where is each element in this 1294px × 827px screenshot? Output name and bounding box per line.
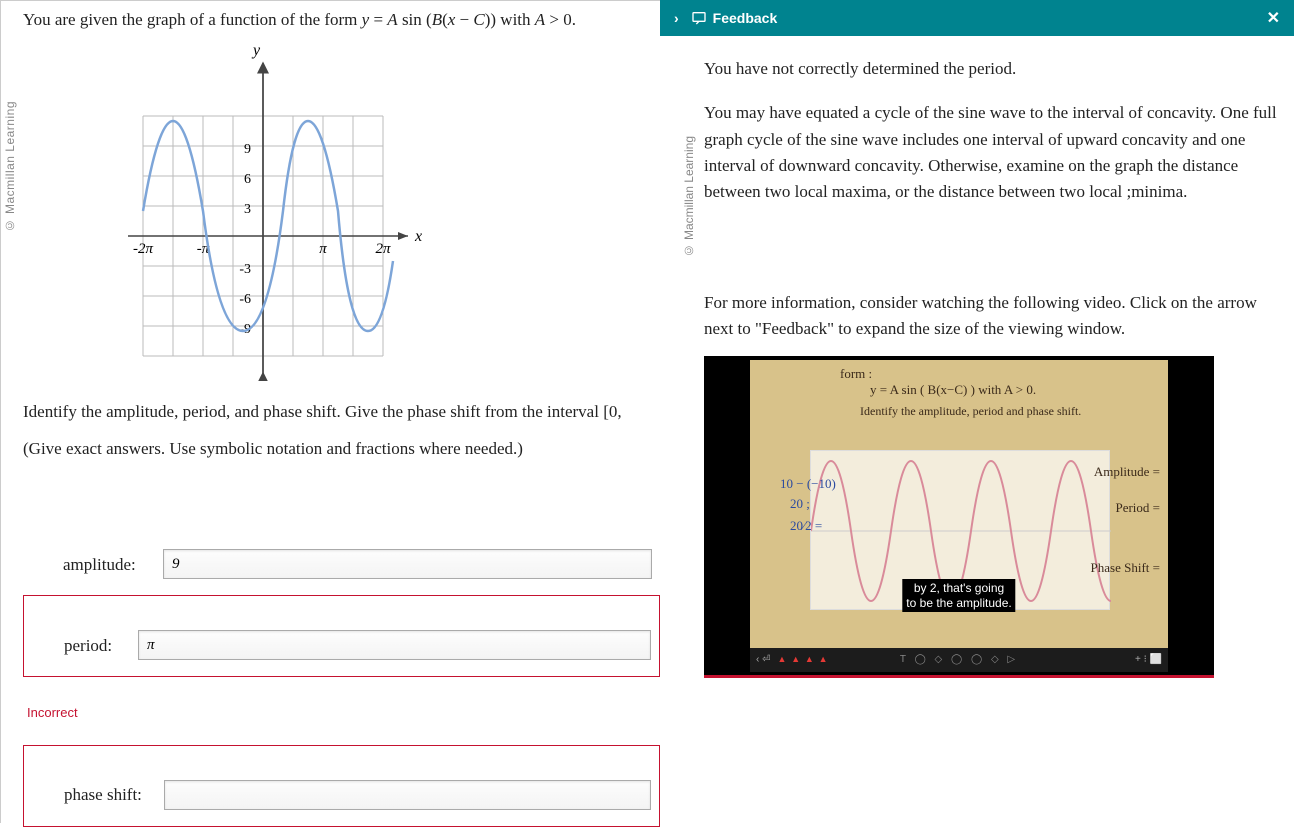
video-caption: by 2, that's going to be the amplitude. — [902, 579, 1015, 612]
period-box: period: — [23, 595, 660, 677]
eq-minus: − — [455, 10, 473, 29]
feedback-header: › Feedback ✕ — [660, 0, 1294, 36]
feedback-panel: › Feedback ✕ © Macmillan Learning You ha… — [660, 0, 1294, 823]
video-ps: Phase Shift = — [1091, 560, 1160, 576]
video-calc2: 20 ; — [790, 496, 810, 512]
feedback-text: You have not correctly determined the pe… — [704, 56, 1282, 206]
video-amp: Amplitude = — [1094, 464, 1160, 480]
svg-text:6: 6 — [244, 172, 251, 187]
svg-text:-6: -6 — [239, 292, 251, 307]
svg-text:3: 3 — [244, 202, 251, 217]
phase-input[interactable] — [164, 780, 651, 810]
phase-row: phase shift: — [24, 780, 659, 816]
y-axis-label: y — [251, 42, 261, 59]
amplitude-input[interactable] — [163, 549, 652, 579]
instruction-line1: Identify the amplitude, period, and phas… — [23, 393, 660, 430]
expand-chevron-icon[interactable]: › — [674, 10, 679, 26]
controls-left[interactable]: ‹ ⏎ — [756, 654, 771, 665]
svg-text:-2π: -2π — [133, 241, 153, 257]
caption-line2: to be the amplitude. — [906, 596, 1011, 610]
period-row: period: — [24, 630, 659, 666]
copyright-left: © Macmillan Learning — [3, 101, 17, 232]
marker-icon: ▲ — [778, 654, 787, 664]
incorrect-label: Incorrect — [23, 699, 660, 723]
function-graph: y — [83, 41, 423, 381]
video-per: Period = — [1115, 500, 1160, 516]
eq-sin: sin ( — [398, 10, 432, 29]
svg-text:-3: -3 — [239, 262, 251, 277]
feedback-p1: You have not correctly determined the pe… — [704, 56, 1282, 82]
instructions: Identify the amplitude, period, and phas… — [23, 393, 660, 468]
marker-icon: ▲ — [819, 654, 828, 664]
eq-A2: A — [535, 10, 545, 29]
phase-box: phase shift: — [23, 745, 660, 827]
eq-close: )) with — [485, 10, 535, 29]
eq-B: B — [432, 10, 442, 29]
eq-A: A — [387, 10, 397, 29]
svg-text:x: x — [414, 228, 422, 245]
video-calc3: 20⁄2 = — [790, 518, 822, 534]
instruction-line2: (Give exact answers. Use symbolic notati… — [23, 430, 660, 467]
marker-icon: ▲ — [791, 654, 800, 664]
eq-eq: = — [369, 10, 387, 29]
video-info: For more information, consider watching … — [704, 290, 1282, 343]
svg-text:π: π — [319, 241, 327, 257]
amplitude-label: amplitude: — [63, 552, 163, 578]
close-icon[interactable]: ✕ — [1267, 8, 1280, 28]
video-form: form : — [840, 366, 872, 382]
feedback-p2: You may have equated a cycle of the sine… — [704, 100, 1282, 205]
period-input[interactable] — [138, 630, 651, 660]
question-prompt: You are given the graph of a function of… — [23, 7, 660, 33]
copyright-right: © Macmillan Learning — [682, 136, 696, 257]
feedback-title: Feedback — [713, 10, 778, 26]
controls-center[interactable]: T ◯ ◇ ◯ ◯ ◇ ▷ — [900, 654, 1018, 665]
feedback-video[interactable]: form : y = A sin ( B(x−C) ) with A > 0. … — [704, 356, 1214, 678]
eq-gt: > 0. — [545, 10, 576, 29]
phase-label: phase shift: — [64, 782, 164, 808]
amplitude-row: amplitude: — [23, 537, 660, 591]
svg-text:9: 9 — [244, 142, 251, 157]
marker-icon: ▲ — [805, 654, 814, 664]
prompt-text: You are given the graph of a function of… — [23, 10, 362, 29]
controls-right[interactable]: + ⁝ ⬜ — [1135, 654, 1162, 665]
question-panel: © Macmillan Learning You are given the g… — [0, 0, 660, 823]
svg-text:2π: 2π — [375, 241, 391, 257]
feedback-icon — [691, 10, 707, 26]
period-label: period: — [64, 633, 138, 659]
caption-line1: by 2, that's going — [906, 581, 1011, 595]
video-identify: Identify the amplitude, period and phase… — [860, 404, 1081, 419]
video-content: form : y = A sin ( B(x−C) ) with A > 0. … — [750, 360, 1168, 672]
video-controls[interactable]: ‹ ⏎ ▲ ▲ ▲ ▲ T ◯ ◇ ◯ ◯ ◇ ▷ + ⁝ ⬜ — [750, 648, 1168, 672]
video-calc1: 10 − (−10) — [780, 476, 836, 492]
video-eq: y = A sin ( B(x−C) ) with A > 0. — [870, 382, 1036, 398]
eq-C: C — [473, 10, 484, 29]
